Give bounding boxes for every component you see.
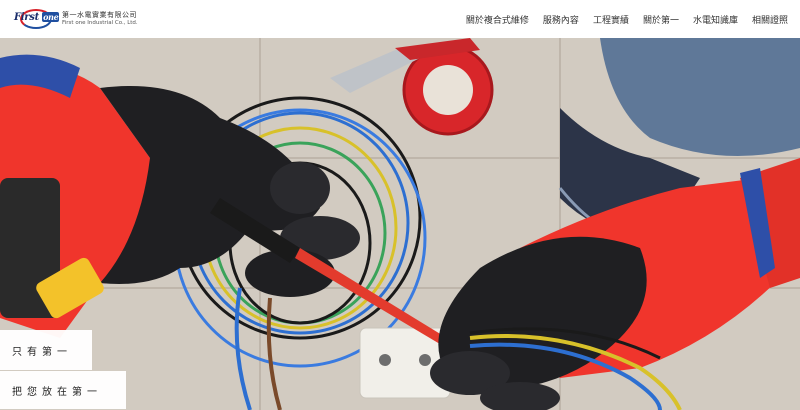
logo-text: 第一水電實業有限公司 First one Industrial Co., Ltd… xyxy=(62,11,138,26)
nav-item-about[interactable]: 關於第一 xyxy=(643,13,679,26)
hero-slogan-line2: 把您放在第一 xyxy=(0,371,126,409)
hero-slogan-line1: 只有第一 xyxy=(0,330,92,370)
company-name-en: First one Industrial Co., Ltd. xyxy=(62,19,138,26)
main-nav: 關於複合式維修 服務內容 工程實績 關於第一 水電知識庫 相關證照 xyxy=(466,0,788,38)
logo-wordmark: First one xyxy=(14,12,60,23)
company-logo[interactable]: First one 第一水電實業有限公司 First one Industria… xyxy=(14,6,138,32)
nav-item-repair[interactable]: 關於複合式維修 xyxy=(466,13,529,26)
nav-item-knowledge[interactable]: 水電知識庫 xyxy=(693,13,738,26)
nav-item-services[interactable]: 服務內容 xyxy=(543,13,579,26)
site-header: First one 第一水電實業有限公司 First one Industria… xyxy=(0,0,800,38)
hero-banner: 只有第一 把您放在第一 xyxy=(0,38,800,410)
logo-mark: First one xyxy=(14,6,60,32)
company-name-cn: 第一水電實業有限公司 xyxy=(62,11,137,20)
nav-item-projects[interactable]: 工程實績 xyxy=(593,13,629,26)
nav-item-licenses[interactable]: 相關證照 xyxy=(752,13,788,26)
hero-image xyxy=(0,38,800,410)
